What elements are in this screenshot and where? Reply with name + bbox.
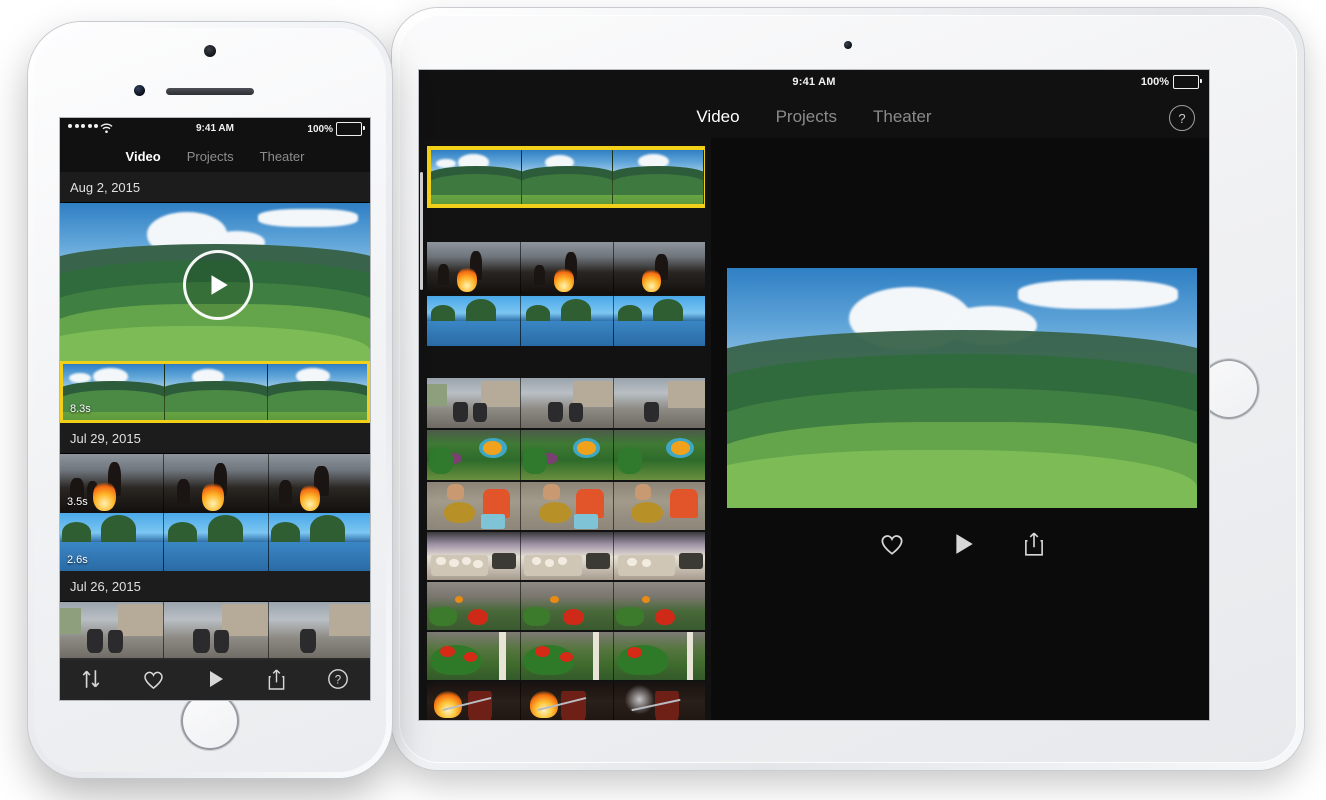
ipad-battery-percent: 100% xyxy=(1140,76,1169,88)
ipad-filmstrip-row[interactable] xyxy=(427,682,705,720)
iphone-tab-projects[interactable]: Projects xyxy=(187,149,234,164)
share-icon[interactable] xyxy=(267,668,286,691)
heart-icon[interactable] xyxy=(879,532,905,556)
iphone-home-button[interactable] xyxy=(181,692,239,750)
ipad-tab-theater[interactable]: Theater xyxy=(873,107,932,127)
section-date-header: Aug 2, 2015 xyxy=(60,172,370,203)
ipad-filmstrip-row[interactable] xyxy=(427,582,705,630)
ipad-tabs: Video Projects Theater xyxy=(419,96,1209,138)
svg-text:?: ? xyxy=(335,675,341,687)
ipad-status-bar: 9:41 AM 100% xyxy=(419,70,1209,96)
heart-icon[interactable] xyxy=(142,669,165,690)
ipad-battery-indicator: 100% xyxy=(1140,75,1202,89)
ipad-status-time: 9:41 AM xyxy=(792,76,836,88)
ipad-detail-pane xyxy=(711,138,1209,720)
iphone-tab-theater[interactable]: Theater xyxy=(260,149,305,164)
section-date-header: Jul 26, 2015 xyxy=(60,571,370,602)
video-clip-row[interactable]: 2.6s xyxy=(60,513,370,571)
iphone-earpiece-speaker xyxy=(166,88,254,95)
hero-video-thumbnail[interactable] xyxy=(60,203,370,361)
iphone-proximity-sensor-icon xyxy=(204,45,216,57)
iphone-device: 9:41 AM 100% Video Projects Theater Aug … xyxy=(28,22,392,778)
ipad-video-preview[interactable] xyxy=(727,268,1197,508)
play-icon[interactable] xyxy=(206,668,226,690)
ipad-tab-projects[interactable]: Projects xyxy=(776,107,837,127)
ipad-filmstrip-row[interactable] xyxy=(427,378,705,428)
ipad-filmstrip-row[interactable] xyxy=(427,296,705,346)
iphone-tab-video[interactable]: Video xyxy=(126,149,161,164)
iphone-video-list[interactable]: Aug 2, 2015 8.3s Jul 29, 2015 3.5s 2.6s … xyxy=(60,172,370,700)
section-date-header: Jul 29, 2015 xyxy=(60,423,370,454)
sort-arrows-icon[interactable] xyxy=(81,668,101,690)
ipad-help-button[interactable]: ? xyxy=(1169,105,1195,131)
filmstrip-scrollbar[interactable] xyxy=(420,172,423,290)
iphone-battery-indicator: 100% xyxy=(307,122,365,136)
ipad-front-camera-icon xyxy=(844,41,852,49)
iphone-bottom-toolbar: ? xyxy=(60,658,370,700)
iphone-bezel: 9:41 AM 100% Video Projects Theater Aug … xyxy=(34,28,386,772)
ipad-device: 9:41 AM 100% Video Projects Theater ? xyxy=(392,8,1304,770)
ipad-filmstrip-row[interactable] xyxy=(427,532,705,580)
video-clip-row[interactable]: 3.5s xyxy=(60,454,370,513)
product-photo-scene: 9:41 AM 100% Video Projects Theater ? 9:… xyxy=(0,0,1326,800)
iphone-tab-bar: Video Projects Theater xyxy=(60,140,370,173)
ipad-main-body xyxy=(419,138,1209,720)
video-clip-row[interactable]: 8.3s xyxy=(60,361,370,423)
ipad-filmstrip-row[interactable] xyxy=(427,430,705,480)
battery-icon xyxy=(1173,75,1202,89)
ipad-filmstrip-row[interactable] xyxy=(427,482,705,530)
ipad-filmstrip-list[interactable] xyxy=(419,138,711,720)
iphone-screen: 9:41 AM 100% Video Projects Theater Aug … xyxy=(60,118,370,700)
ipad-screen: 9:41 AM 100% Video Projects Theater ? xyxy=(419,70,1209,720)
ipad-tab-video[interactable]: Video xyxy=(696,107,739,127)
ipad-filmstrip-row[interactable] xyxy=(427,242,705,294)
iphone-battery-percent: 100% xyxy=(307,123,333,135)
iphone-status-bar: 9:41 AM 100% xyxy=(60,118,370,140)
help-icon[interactable]: ? xyxy=(327,668,349,690)
ipad-filmstrip-row[interactable] xyxy=(427,146,705,208)
ipad-preview-controls xyxy=(727,524,1197,564)
share-icon[interactable] xyxy=(1023,531,1045,557)
ipad-bezel: 9:41 AM 100% Video Projects Theater ? xyxy=(399,15,1297,763)
play-icon[interactable] xyxy=(953,532,975,556)
iphone-front-camera-icon xyxy=(134,85,145,96)
ipad-filmstrip-row[interactable] xyxy=(427,632,705,680)
play-icon[interactable] xyxy=(183,250,253,320)
video-clip-row[interactable] xyxy=(60,602,370,660)
ipad-tab-bar: Video Projects Theater ? xyxy=(419,96,1209,139)
battery-icon xyxy=(336,122,365,136)
